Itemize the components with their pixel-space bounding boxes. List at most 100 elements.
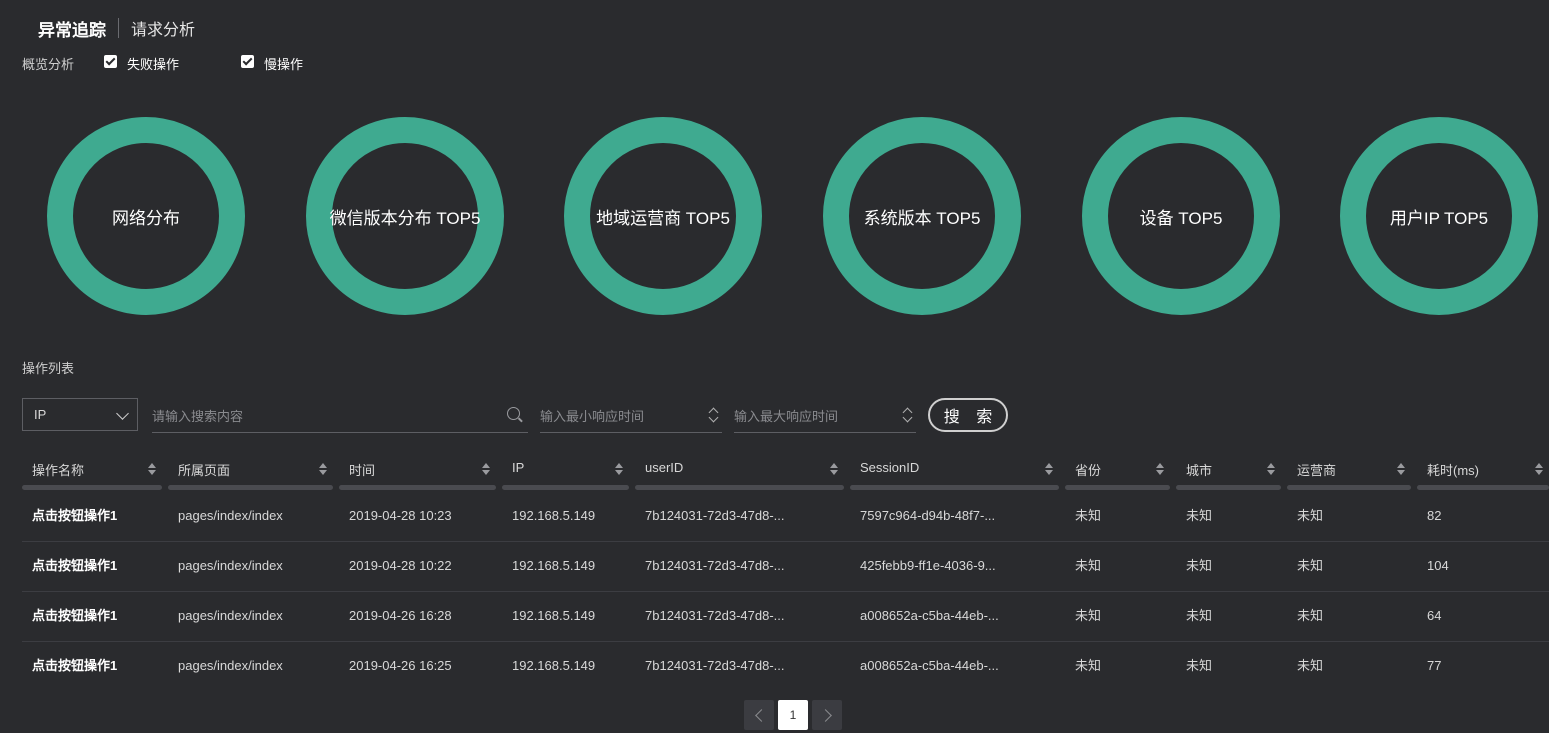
column-header-userid[interactable]: userID: [635, 459, 844, 491]
checkbox-label: 失败操作: [127, 56, 180, 72]
donut-label: 网络分布: [112, 208, 180, 228]
sort-icon[interactable]: [1267, 463, 1275, 475]
column-label: 耗时(ms): [1427, 463, 1479, 478]
cell-province: 未知: [1075, 558, 1102, 573]
donut-user-ip: 用户IP TOP5: [1340, 117, 1538, 315]
cell-duration: 82: [1427, 508, 1442, 523]
search-placeholder: 请输入搜索内容: [152, 408, 244, 424]
sort-icon[interactable]: [1156, 463, 1164, 475]
column-header-duration[interactable]: 耗时(ms): [1417, 459, 1549, 491]
sort-icon[interactable]: [482, 463, 490, 475]
max-response-input[interactable]: 输入最大响应时间: [734, 398, 916, 433]
cell-city: 未知: [1186, 658, 1213, 673]
column-header-city[interactable]: 城市: [1176, 459, 1281, 491]
column-resize-bar[interactable]: [1065, 485, 1170, 490]
column-resize-bar[interactable]: [635, 485, 844, 490]
column-header-sessionid[interactable]: SessionID: [850, 459, 1059, 491]
overview-filters: 概览分析 失败操作 慢操作: [22, 54, 365, 72]
search-input[interactable]: 请输入搜索内容: [152, 398, 528, 433]
cell-page: pages/index/index: [178, 558, 283, 573]
column-label: 操作名称: [32, 463, 85, 478]
donut-region-carrier: 地域运营商 TOP5: [564, 117, 762, 315]
cell-ip: 192.168.5.149: [512, 658, 596, 673]
cell-userid: 7b124031-72d3-47d8-...: [645, 558, 785, 573]
search-button[interactable]: 搜 索: [928, 398, 1008, 432]
sort-icon[interactable]: [148, 463, 156, 475]
cell-time: 2019-04-26 16:28: [349, 608, 452, 623]
checkbox-label: 慢操作: [264, 56, 304, 72]
cell-duration: 104: [1427, 558, 1449, 573]
column-label: 时间: [349, 463, 376, 478]
cell-province: 未知: [1075, 608, 1102, 623]
cell-userid: 7b124031-72d3-47d8-...: [645, 658, 785, 673]
checkbox-checked-icon[interactable]: [104, 54, 118, 68]
tab-exception-tracking[interactable]: 异常追踪: [38, 16, 106, 41]
cell-duration: 77: [1427, 658, 1442, 673]
cell-sessionid: a008652a-c5ba-44eb-...: [860, 658, 999, 673]
cell-ip: 192.168.5.149: [512, 558, 596, 573]
checkbox-checked-icon[interactable]: [241, 54, 255, 68]
column-header-operation-name[interactable]: 操作名称: [22, 459, 162, 491]
cell-carrier: 未知: [1297, 608, 1324, 623]
column-header-ip[interactable]: IP: [502, 459, 629, 491]
sort-icon[interactable]: [830, 463, 838, 475]
stepper-icon[interactable]: [902, 407, 913, 423]
cell-page: pages/index/index: [178, 658, 283, 673]
column-resize-bar[interactable]: [1287, 485, 1411, 490]
donut-device: 设备 TOP5: [1082, 117, 1280, 315]
column-label: IP: [512, 460, 525, 475]
column-label: 省份: [1075, 463, 1102, 478]
cell-carrier: 未知: [1297, 558, 1324, 573]
prev-page-button[interactable]: [744, 700, 774, 730]
column-resize-bar[interactable]: [22, 485, 162, 490]
column-header-time[interactable]: 时间: [339, 459, 496, 491]
cell-province: 未知: [1075, 508, 1102, 523]
filter-type-value: IP: [34, 407, 47, 422]
column-header-province[interactable]: 省份: [1065, 459, 1170, 491]
min-response-placeholder: 输入最小响应时间: [540, 408, 645, 424]
donut-network: 网络分布: [47, 117, 245, 315]
sort-icon[interactable]: [615, 463, 623, 475]
cell-operation-name: 点击按钮操作1: [32, 508, 118, 523]
stepper-icon[interactable]: [708, 407, 719, 423]
search-icon[interactable]: [507, 407, 520, 420]
page-number-button[interactable]: 1: [778, 700, 808, 730]
donut-label: 系统版本 TOP5: [863, 208, 981, 228]
filter-type-select[interactable]: IP: [22, 398, 138, 431]
table-row[interactable]: 点击按钮操作1 pages/index/index 2019-04-28 10:…: [22, 541, 1549, 592]
sort-icon[interactable]: [1397, 463, 1405, 475]
tab-request-analysis[interactable]: 请求分析: [131, 16, 195, 40]
column-resize-bar[interactable]: [168, 485, 333, 490]
cell-time: 2019-04-26 16:25: [349, 658, 452, 673]
cell-time: 2019-04-28 10:23: [349, 508, 452, 523]
table-row[interactable]: 点击按钮操作1 pages/index/index 2019-04-28 10:…: [22, 491, 1549, 542]
sort-icon[interactable]: [1045, 463, 1053, 475]
tab-divider: [118, 18, 119, 38]
cell-operation-name: 点击按钮操作1: [32, 608, 118, 623]
donut-label: 设备 TOP5: [1139, 208, 1223, 228]
checkbox-slow-ops[interactable]: 慢操作: [241, 54, 303, 73]
column-resize-bar[interactable]: [502, 485, 629, 490]
column-label: 所属页面: [178, 463, 231, 478]
sort-icon[interactable]: [319, 463, 327, 475]
next-page-button[interactable]: [812, 700, 842, 730]
column-label: 城市: [1186, 463, 1213, 478]
checkbox-failed-ops[interactable]: 失败操作: [104, 54, 179, 73]
column-resize-bar[interactable]: [1417, 485, 1549, 490]
column-header-carrier[interactable]: 运营商: [1287, 459, 1411, 491]
sort-icon[interactable]: [1535, 463, 1543, 475]
column-resize-bar[interactable]: [339, 485, 496, 490]
cell-sessionid: 7597c964-d94b-48f7-...: [860, 508, 996, 523]
table-row[interactable]: 点击按钮操作1 pages/index/index 2019-04-26 16:…: [22, 591, 1549, 642]
column-resize-bar[interactable]: [1176, 485, 1281, 490]
column-header-page[interactable]: 所属页面: [168, 459, 333, 491]
column-label: userID: [645, 460, 684, 475]
cell-carrier: 未知: [1297, 508, 1324, 523]
chevron-down-icon: [116, 407, 129, 420]
table-row[interactable]: 点击按钮操作1 pages/index/index 2019-04-26 16:…: [22, 641, 1549, 691]
column-resize-bar[interactable]: [850, 485, 1059, 490]
min-response-input[interactable]: 输入最小响应时间: [540, 398, 722, 433]
donut-system-version: 系统版本 TOP5: [823, 117, 1021, 315]
cell-ip: 192.168.5.149: [512, 608, 596, 623]
cell-city: 未知: [1186, 558, 1213, 573]
